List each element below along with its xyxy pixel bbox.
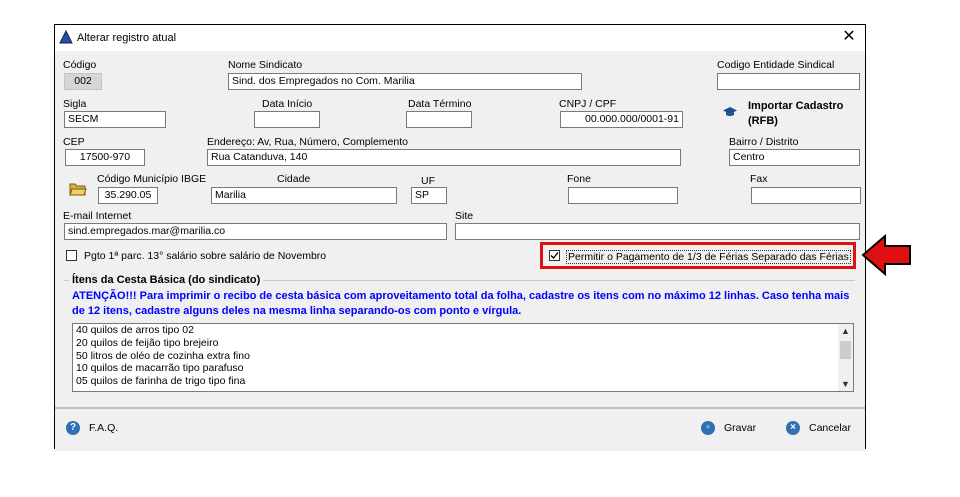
data-inicio-label: Data Início xyxy=(262,98,313,110)
nome-sindicato-field[interactable]: Sind. dos Empregados no Com. Marilia xyxy=(228,73,582,90)
cnpj-label: CNPJ / CPF xyxy=(559,98,617,110)
folder-icon[interactable] xyxy=(69,181,87,200)
list-item: 10 quilos de macarrão tipo parafuso xyxy=(76,362,244,375)
fone-field[interactable] xyxy=(568,187,678,204)
window-title: Alterar registro atual xyxy=(77,32,177,44)
endereco-field[interactable]: Rua Catanduva, 140 xyxy=(207,149,681,166)
cnpj-field[interactable]: 00.000.000/0001-91 xyxy=(560,111,683,128)
faq-button[interactable]: F.A.Q. xyxy=(89,422,118,434)
chevron-down-icon[interactable]: ▼ xyxy=(838,377,853,391)
email-field[interactable]: sind.empregados.mar@marilia.co xyxy=(64,223,447,240)
codigo-municipio-field[interactable]: 35.290.05 xyxy=(98,187,158,204)
site-label: Site xyxy=(455,210,474,222)
highlight-box xyxy=(540,242,856,269)
cancelar-button[interactable]: Cancelar xyxy=(809,422,851,434)
nome-sindicato-label: Nome Sindicato xyxy=(228,59,303,71)
fax-label: Fax xyxy=(750,173,768,185)
cesta-warning: ATENÇÃO!!! Para imprimir o recibo de ces… xyxy=(72,290,850,317)
dialog-window: Alterar registro atual ✕ Código 002 Nome… xyxy=(54,24,866,451)
cidade-label: Cidade xyxy=(277,173,311,185)
footer-bar: ? F.A.Q. ▫ Gravar × Cancelar xyxy=(55,407,865,451)
question-icon[interactable]: ? xyxy=(66,421,80,435)
data-termino-label: Data Término xyxy=(408,98,472,110)
pgto13-label: Pgto 1ª parc. 13° salário sobre salário … xyxy=(84,250,327,262)
list-item: 50 litros de oléo de cozinha extra fino xyxy=(76,349,250,362)
codigo-field: 002 xyxy=(64,73,102,90)
codigo-entidade-label: Codigo Entidade Sindical xyxy=(717,59,835,71)
graduation-cap-icon[interactable] xyxy=(722,106,738,121)
cesta-items-textarea[interactable]: 40 quilos de arros tipo 02 20 quilos de … xyxy=(72,323,854,392)
endereco-label: Endereço: Av, Rua, Número, Complemento xyxy=(207,136,408,148)
close-button[interactable]: ✕ xyxy=(839,27,859,47)
importar-cadastro-button[interactable]: Importar Cadastro (RFB) xyxy=(748,99,858,129)
data-termino-field[interactable] xyxy=(406,111,472,128)
chevron-up-icon[interactable]: ▲ xyxy=(838,324,853,338)
list-item: 40 quilos de arros tipo 02 xyxy=(76,324,194,336)
codigo-municipio-label: Código Município IBGE xyxy=(97,173,207,185)
uf-field[interactable]: SP xyxy=(411,187,447,204)
x-circle-icon[interactable]: × xyxy=(786,421,800,435)
codigo-entidade-field[interactable] xyxy=(717,73,860,90)
list-item: 20 quilos de feijão tipo brejeiro xyxy=(76,336,219,349)
cidade-field[interactable]: Marilia xyxy=(211,187,397,204)
cesta-group-title: Ítens da Cesta Básica (do sindicato) xyxy=(69,274,264,286)
bairro-label: Bairro / Distrito xyxy=(729,136,799,148)
bairro-field[interactable]: Centro xyxy=(729,149,860,166)
scrollbar-thumb[interactable] xyxy=(840,341,851,359)
codigo-label: Código xyxy=(63,59,97,71)
pgto13-checkbox[interactable] xyxy=(66,250,77,261)
cep-label: CEP xyxy=(63,136,85,148)
title-bar: Alterar registro atual ✕ xyxy=(55,25,865,51)
triangle-icon xyxy=(59,29,73,47)
list-item: 05 quilos de farinha de trigo tipo fina xyxy=(76,375,246,388)
gravar-button[interactable]: Gravar xyxy=(724,422,756,434)
uf-label: UF xyxy=(421,175,435,187)
disk-icon[interactable]: ▫ xyxy=(701,421,715,435)
site-field[interactable] xyxy=(455,223,860,240)
data-inicio-field[interactable] xyxy=(254,111,320,128)
red-arrow-icon xyxy=(861,233,913,280)
sigla-label: Sigla xyxy=(63,98,87,110)
fax-field[interactable] xyxy=(751,187,861,204)
vertical-scrollbar[interactable]: ▲ ▼ xyxy=(838,324,853,391)
sigla-field[interactable]: SECM xyxy=(64,111,166,128)
fone-label: Fone xyxy=(567,173,591,185)
cep-field[interactable]: 17500-970 xyxy=(65,149,145,166)
email-label: E-mail Internet xyxy=(63,210,132,222)
